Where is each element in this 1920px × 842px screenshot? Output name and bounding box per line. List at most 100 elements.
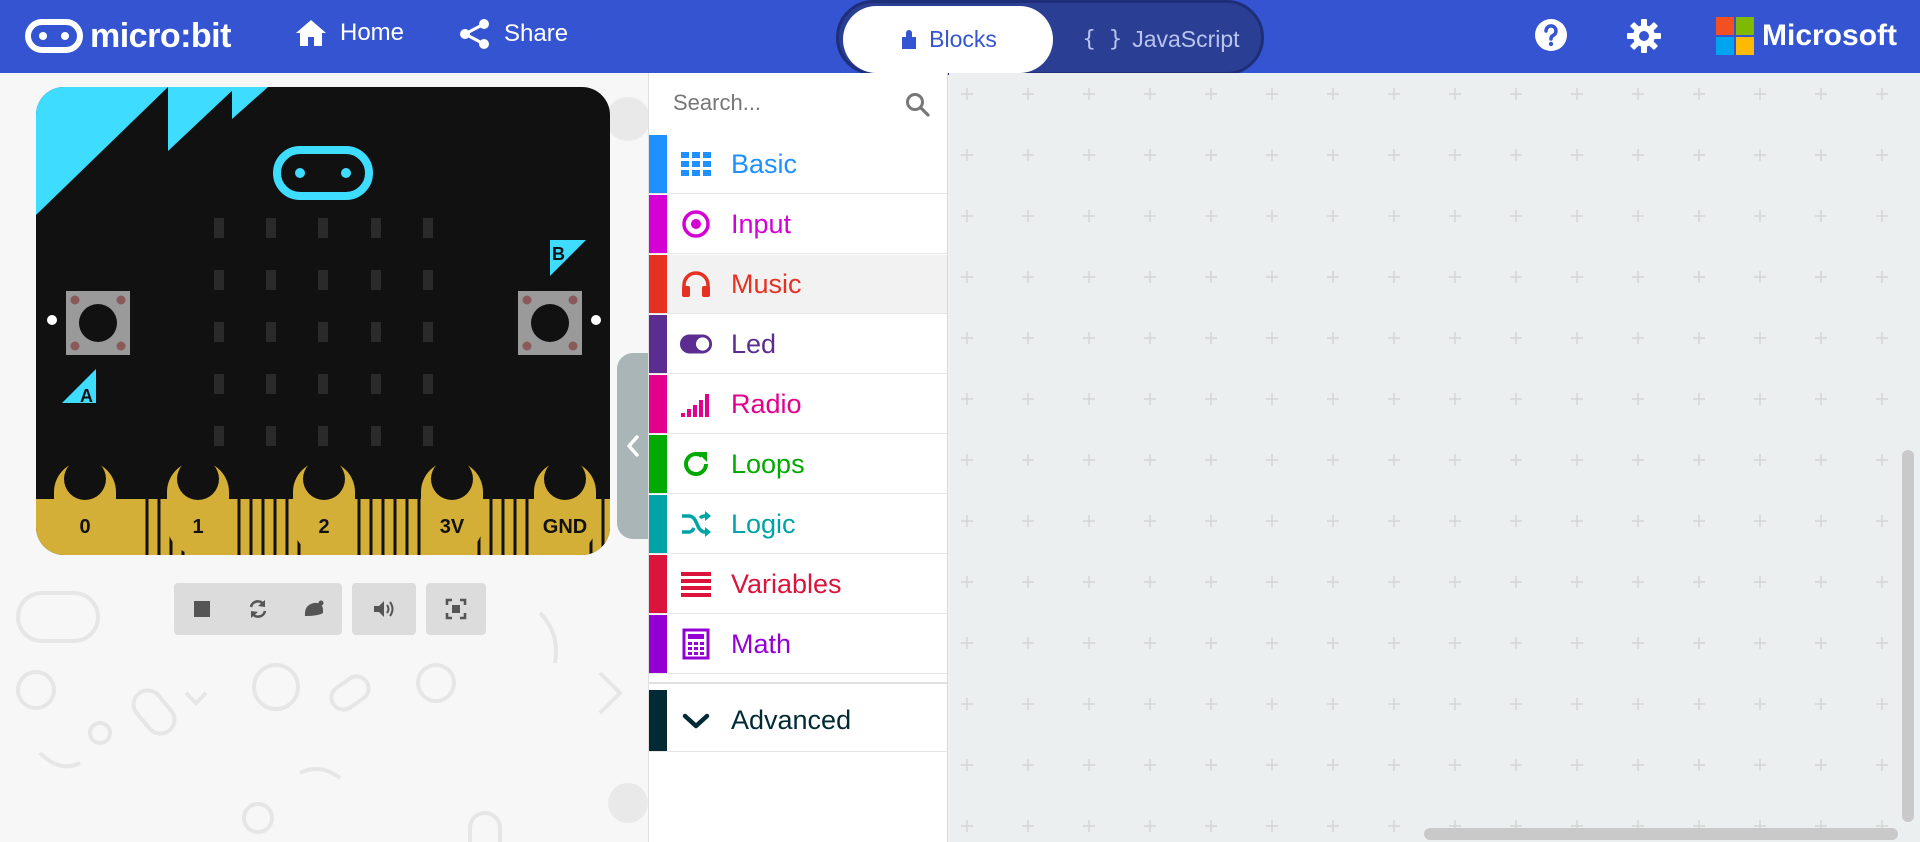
microsoft-logo[interactable]: Microsoft <box>1716 17 1897 55</box>
share-label: Share <box>504 20 569 47</box>
category-color-bar <box>649 375 667 433</box>
category-label: Basic <box>731 148 798 179</box>
restart-button[interactable] <box>242 593 274 625</box>
run-controls <box>174 583 342 635</box>
microbit-board: A B 0 1 2 3V GND <box>36 87 610 555</box>
puzzle-icon <box>902 29 917 49</box>
lines-icon <box>679 567 713 601</box>
editor-toggle: Blocks { } JavaScript <box>836 0 1264 75</box>
category-advanced[interactable]: Advanced <box>649 690 947 752</box>
category-logic[interactable]: Logic <box>649 495 947 554</box>
chevron-down-icon <box>679 704 713 738</box>
calculator-icon <box>679 627 713 661</box>
chevron-left-icon <box>627 435 639 457</box>
logo-text: micro:bit <box>90 16 231 55</box>
toolbox-search <box>649 73 949 133</box>
category-color-bar <box>649 255 667 313</box>
mute-icon <box>374 601 394 617</box>
category-color-bar <box>649 435 667 493</box>
pin-3v[interactable]: 3V <box>421 458 483 555</box>
led-matrix <box>214 218 433 446</box>
category-input[interactable]: Input <box>649 195 947 254</box>
category-led[interactable]: Led <box>649 315 947 374</box>
svg-text:GND: GND <box>543 516 587 538</box>
view-controls <box>426 583 486 635</box>
category-color-bar <box>649 135 667 193</box>
category-label: Led <box>731 328 777 359</box>
microsoft-logo-icon <box>1716 17 1754 55</box>
pin-1[interactable]: 1 <box>167 458 229 555</box>
home-label: Home <box>340 19 405 46</box>
category-color-bar <box>649 495 667 553</box>
category-color-bar <box>649 555 667 613</box>
stop-button[interactable] <box>186 593 218 625</box>
category-loops[interactable]: Loops <box>649 435 947 494</box>
board-corner-stripe <box>36 87 168 215</box>
simulator-panel: A B 0 1 2 3V GND <box>0 73 648 842</box>
svg-text:2: 2 <box>318 516 329 538</box>
board-logo-icon[interactable] <box>273 146 373 200</box>
category-color-bar <box>649 315 667 373</box>
pin-0[interactable]: 0 <box>54 458 116 555</box>
toolbox: Basic Input Music <box>648 73 948 842</box>
collapse-simulator-button[interactable] <box>617 353 648 539</box>
slow-motion-button[interactable] <box>298 593 330 625</box>
category-math[interactable]: Math <box>649 615 947 674</box>
stop-icon <box>194 601 210 617</box>
svg-text:0: 0 <box>79 516 90 538</box>
microsoft-label: Microsoft <box>1762 19 1897 52</box>
category-radio[interactable]: Radio <box>649 375 947 434</box>
category-variables[interactable]: Variables <box>649 555 947 614</box>
microbit-logo[interactable]: micro:bit <box>24 16 231 56</box>
radio-target-icon <box>679 207 713 241</box>
category-label: Math <box>731 628 792 659</box>
svg-text:1: 1 <box>192 516 203 538</box>
restart-icon <box>249 600 267 618</box>
toggle-icon <box>679 327 713 361</box>
category-music[interactable]: Music <box>649 255 947 314</box>
category-label: Music <box>731 268 802 299</box>
home-button[interactable]: Home <box>294 18 404 48</box>
blocks-tab[interactable]: Blocks <box>843 6 1053 73</box>
share-button[interactable]: Share <box>458 18 568 50</box>
search-input[interactable] <box>673 90 893 116</box>
microbit-logo-icon <box>25 19 83 53</box>
svg-text:3V: 3V <box>440 516 465 538</box>
toolbox-divider <box>649 682 947 684</box>
javascript-label: JavaScript <box>1132 26 1240 52</box>
grid-icon <box>679 147 713 181</box>
fullscreen-button[interactable] <box>440 593 472 625</box>
pin-2[interactable]: 2 <box>293 458 355 555</box>
category-label: Variables <box>731 568 842 599</box>
settings-button[interactable] <box>1626 18 1662 59</box>
button-b-label: B <box>552 244 565 264</box>
braces-icon: { } <box>1082 27 1123 52</box>
mute-button[interactable] <box>368 593 400 625</box>
button-a-label: A <box>80 386 93 406</box>
slow-motion-icon <box>304 600 324 616</box>
javascript-tab[interactable]: { } JavaScript <box>1061 6 1261 73</box>
category-label: Advanced <box>731 705 852 735</box>
share-icon <box>460 19 489 49</box>
simulator-controls <box>174 583 486 635</box>
horizontal-scrollbar[interactable] <box>1424 828 1898 840</box>
category-label: Input <box>731 208 792 239</box>
button-b[interactable] <box>518 291 582 355</box>
gear-icon <box>1627 19 1661 53</box>
blocks-label: Blocks <box>929 26 997 52</box>
help-button[interactable] <box>1534 18 1568 57</box>
pin-gnd[interactable]: GND <box>534 458 596 555</box>
blocks-workspace[interactable] <box>949 73 1920 842</box>
board-corner-stripe <box>232 87 268 119</box>
signal-bars-icon <box>679 387 713 421</box>
top-bar: micro:bit Home Share Blocks { } JavaScri… <box>0 0 1920 75</box>
vertical-scrollbar[interactable] <box>1902 450 1914 822</box>
refresh-icon <box>679 447 713 481</box>
button-a[interactable] <box>66 291 130 355</box>
search-icon[interactable] <box>905 92 931 118</box>
sound-controls <box>352 583 416 635</box>
category-label: Logic <box>731 508 796 539</box>
category-color-bar <box>649 615 667 673</box>
headphones-icon <box>679 267 713 301</box>
category-basic[interactable]: Basic <box>649 135 947 194</box>
